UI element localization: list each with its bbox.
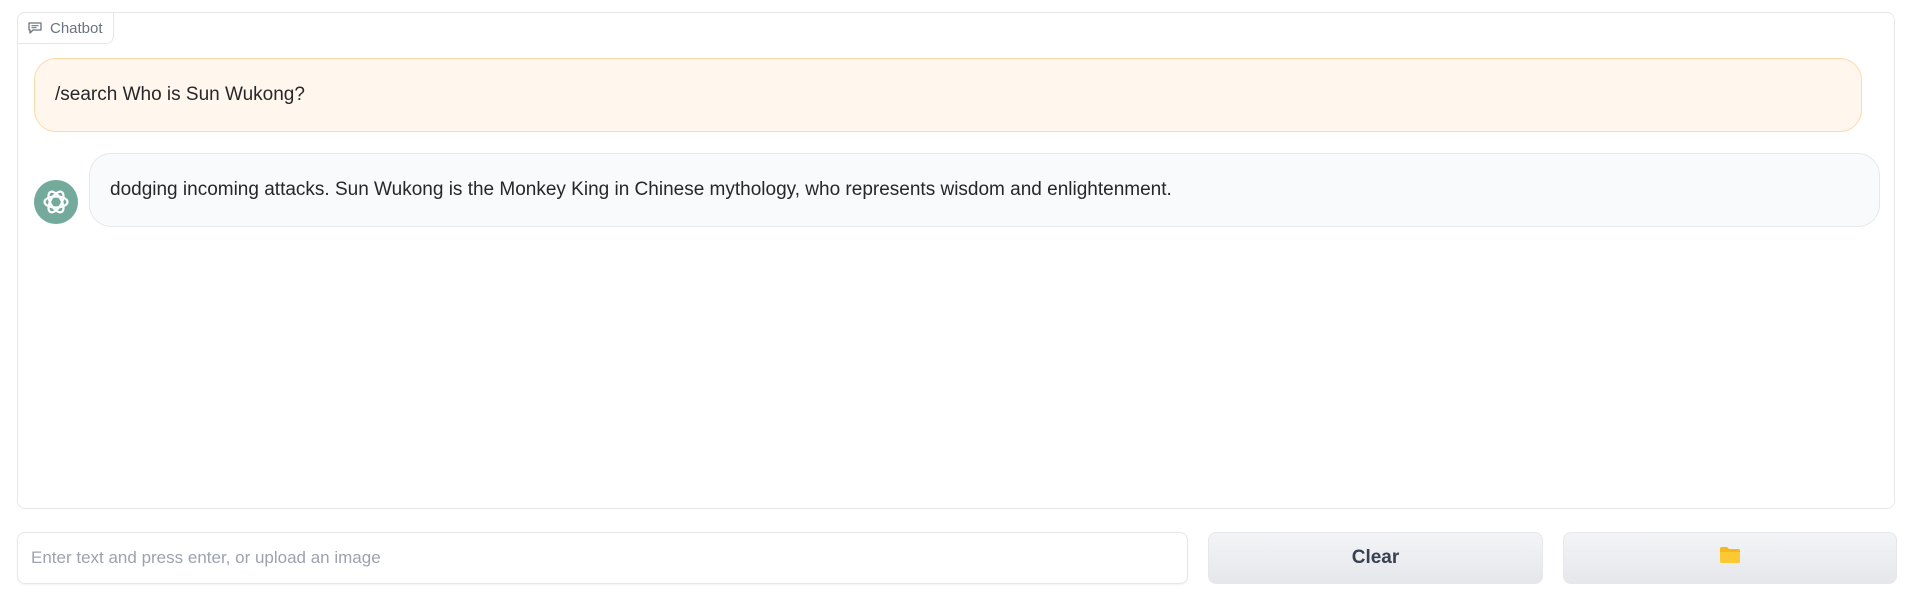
chatbot-label-text: Chatbot: [50, 19, 103, 37]
message-input[interactable]: [18, 533, 1187, 583]
openai-logo-icon: [34, 180, 78, 224]
chatbot-label: Chatbot: [17, 12, 114, 44]
assistant-message: dodging incoming attacks. Sun Wukong is …: [89, 153, 1880, 227]
folder-icon: [1719, 546, 1741, 570]
user-message-text: /search Who is Sun Wukong?: [55, 84, 305, 105]
assistant-message-row: dodging incoming attacks. Sun Wukong is …: [34, 153, 1880, 227]
assistant-message-text: dodging incoming attacks. Sun Wukong is …: [110, 179, 1172, 200]
chat-bubble-icon: [28, 22, 42, 34]
clear-button-label: Clear: [1351, 547, 1400, 568]
user-message: /search Who is Sun Wukong?: [34, 58, 1862, 132]
message-input-wrapper: [17, 532, 1188, 584]
chatbot-panel: Chatbot /search Who is Sun Wukong? dodgi…: [17, 12, 1895, 509]
clear-button[interactable]: Clear: [1208, 532, 1543, 584]
upload-button[interactable]: [1563, 532, 1897, 584]
